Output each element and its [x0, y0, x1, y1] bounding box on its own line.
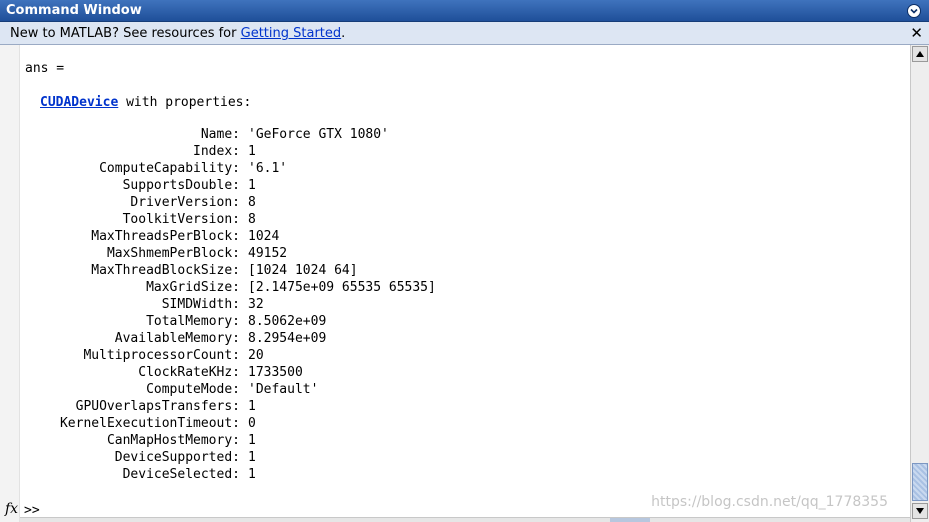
property-name: Name:	[200, 127, 240, 142]
property-name: KernelExecutionTimeout:	[59, 416, 240, 431]
property-value: 1	[248, 450, 256, 465]
property-name: ToolkitVersion:	[122, 212, 240, 227]
chevron-down-circle-icon[interactable]	[907, 4, 921, 18]
close-icon[interactable]: ✕	[910, 24, 923, 42]
property-row: ToolkitVersion: 8	[0, 212, 880, 229]
property-name: ClockRateKHz:	[138, 365, 240, 380]
command-prompt[interactable]: >>	[24, 503, 40, 518]
function-browser-icon[interactable]: fx	[5, 501, 18, 517]
property-value: 'Default'	[248, 382, 319, 397]
property-name: DriverVersion:	[130, 195, 240, 210]
ans-line: ans =	[25, 61, 65, 76]
horizontal-scrollbar[interactable]	[20, 517, 910, 522]
class-header-line: CUDADevice with properties:	[40, 95, 251, 110]
property-value: 20	[248, 348, 264, 363]
getting-started-link[interactable]: Getting Started	[241, 26, 342, 41]
property-value: 8	[248, 195, 256, 210]
property-row: KernelExecutionTimeout: 0	[0, 416, 880, 433]
property-value: 49152	[248, 246, 288, 261]
property-name: AvailableMemory:	[114, 331, 240, 346]
property-name: DeviceSupported:	[114, 450, 240, 465]
property-value: 1	[248, 433, 256, 448]
property-name: MaxGridSize:	[146, 280, 240, 295]
property-row: MultiprocessorCount: 20	[0, 348, 880, 365]
window-title: Command Window	[6, 3, 142, 18]
property-row: Name: 'GeForce GTX 1080'	[0, 127, 880, 144]
property-value: 1	[248, 399, 256, 414]
property-name: SIMDWidth:	[161, 297, 240, 312]
property-name: DeviceSelected:	[122, 467, 240, 482]
property-row: DeviceSelected: 1	[0, 467, 880, 484]
infobar-message-suffix: .	[341, 26, 346, 41]
property-row: GPUOverlapsTransfers: 1	[0, 399, 880, 416]
property-value: 1	[248, 178, 256, 193]
property-row: DeviceSupported: 1	[0, 450, 880, 467]
property-row: ComputeCapability: '6.1'	[0, 161, 880, 178]
property-row: MaxThreadBlockSize: [1024 1024 64]	[0, 263, 880, 280]
vertical-scrollbar[interactable]	[910, 45, 929, 522]
property-value: 'GeForce GTX 1080'	[248, 127, 389, 142]
property-name: ComputeMode:	[146, 382, 240, 397]
command-output-area[interactable]: ans = CUDADevice with properties: Name: '…	[0, 45, 910, 522]
scroll-down-arrow-icon[interactable]	[912, 503, 928, 519]
horizontal-scroll-thumb[interactable]	[610, 518, 650, 522]
property-row: ComputeMode: 'Default'	[0, 382, 880, 399]
property-name: TotalMemory:	[146, 314, 240, 329]
property-name: CanMapHostMemory:	[106, 433, 240, 448]
scroll-up-arrow-icon[interactable]	[912, 46, 928, 62]
property-name: MaxThreadsPerBlock:	[91, 229, 240, 244]
scroll-thumb[interactable]	[912, 463, 928, 501]
property-value: 1	[248, 144, 256, 159]
property-value: [1024 1024 64]	[248, 263, 358, 278]
property-row: DriverVersion: 8	[0, 195, 880, 212]
command-window-titlebar: Command Window	[0, 0, 929, 22]
property-name: MaxShmemPerBlock:	[106, 246, 240, 261]
infobar-message-prefix: New to MATLAB? See resources for	[10, 26, 241, 41]
property-value: 0	[248, 416, 256, 431]
property-name: SupportsDouble:	[122, 178, 240, 193]
property-row: AvailableMemory: 8.2954e+09	[0, 331, 880, 348]
property-value: 1733500	[248, 365, 303, 380]
infobar-message: New to MATLAB? See resources for Getting…	[10, 26, 345, 41]
watermark: https://blog.csdn.net/qq_1778355	[651, 494, 888, 510]
property-row: SupportsDouble: 1	[0, 178, 880, 195]
cudadevice-link[interactable]: CUDADevice	[40, 95, 118, 110]
property-value: 8.5062e+09	[248, 314, 327, 329]
property-row: MaxShmemPerBlock: 49152	[0, 246, 880, 263]
property-row: Index: 1	[0, 144, 880, 161]
properties-list: Name: 'GeForce GTX 1080' Index: 1 ComputeCap…	[0, 127, 880, 484]
property-value: [2.1475e+09 65535 65535]	[248, 280, 436, 295]
property-row: MaxThreadsPerBlock: 1024	[0, 229, 880, 246]
property-row: TotalMemory: 8.5062e+09	[0, 314, 880, 331]
property-name: MaxThreadBlockSize:	[91, 263, 240, 278]
property-value: '6.1'	[248, 161, 288, 176]
property-name: GPUOverlapsTransfers:	[75, 399, 240, 414]
property-row: CanMapHostMemory: 1	[0, 433, 880, 450]
property-name: Index:	[193, 144, 240, 159]
property-name: MultiprocessorCount:	[83, 348, 240, 363]
class-header-suffix: with properties:	[118, 95, 252, 110]
property-name: ComputeCapability:	[99, 161, 240, 176]
property-row: SIMDWidth: 32	[0, 297, 880, 314]
getting-started-infobar: New to MATLAB? See resources for Getting…	[0, 22, 929, 45]
property-row: ClockRateKHz: 1733500	[0, 365, 880, 382]
property-value: 8	[248, 212, 256, 227]
property-value: 8.2954e+09	[248, 331, 327, 346]
property-value: 32	[248, 297, 264, 312]
property-row: MaxGridSize: [2.1475e+09 65535 65535]	[0, 280, 880, 297]
property-value: 1024	[248, 229, 280, 244]
property-value: 1	[248, 467, 256, 482]
